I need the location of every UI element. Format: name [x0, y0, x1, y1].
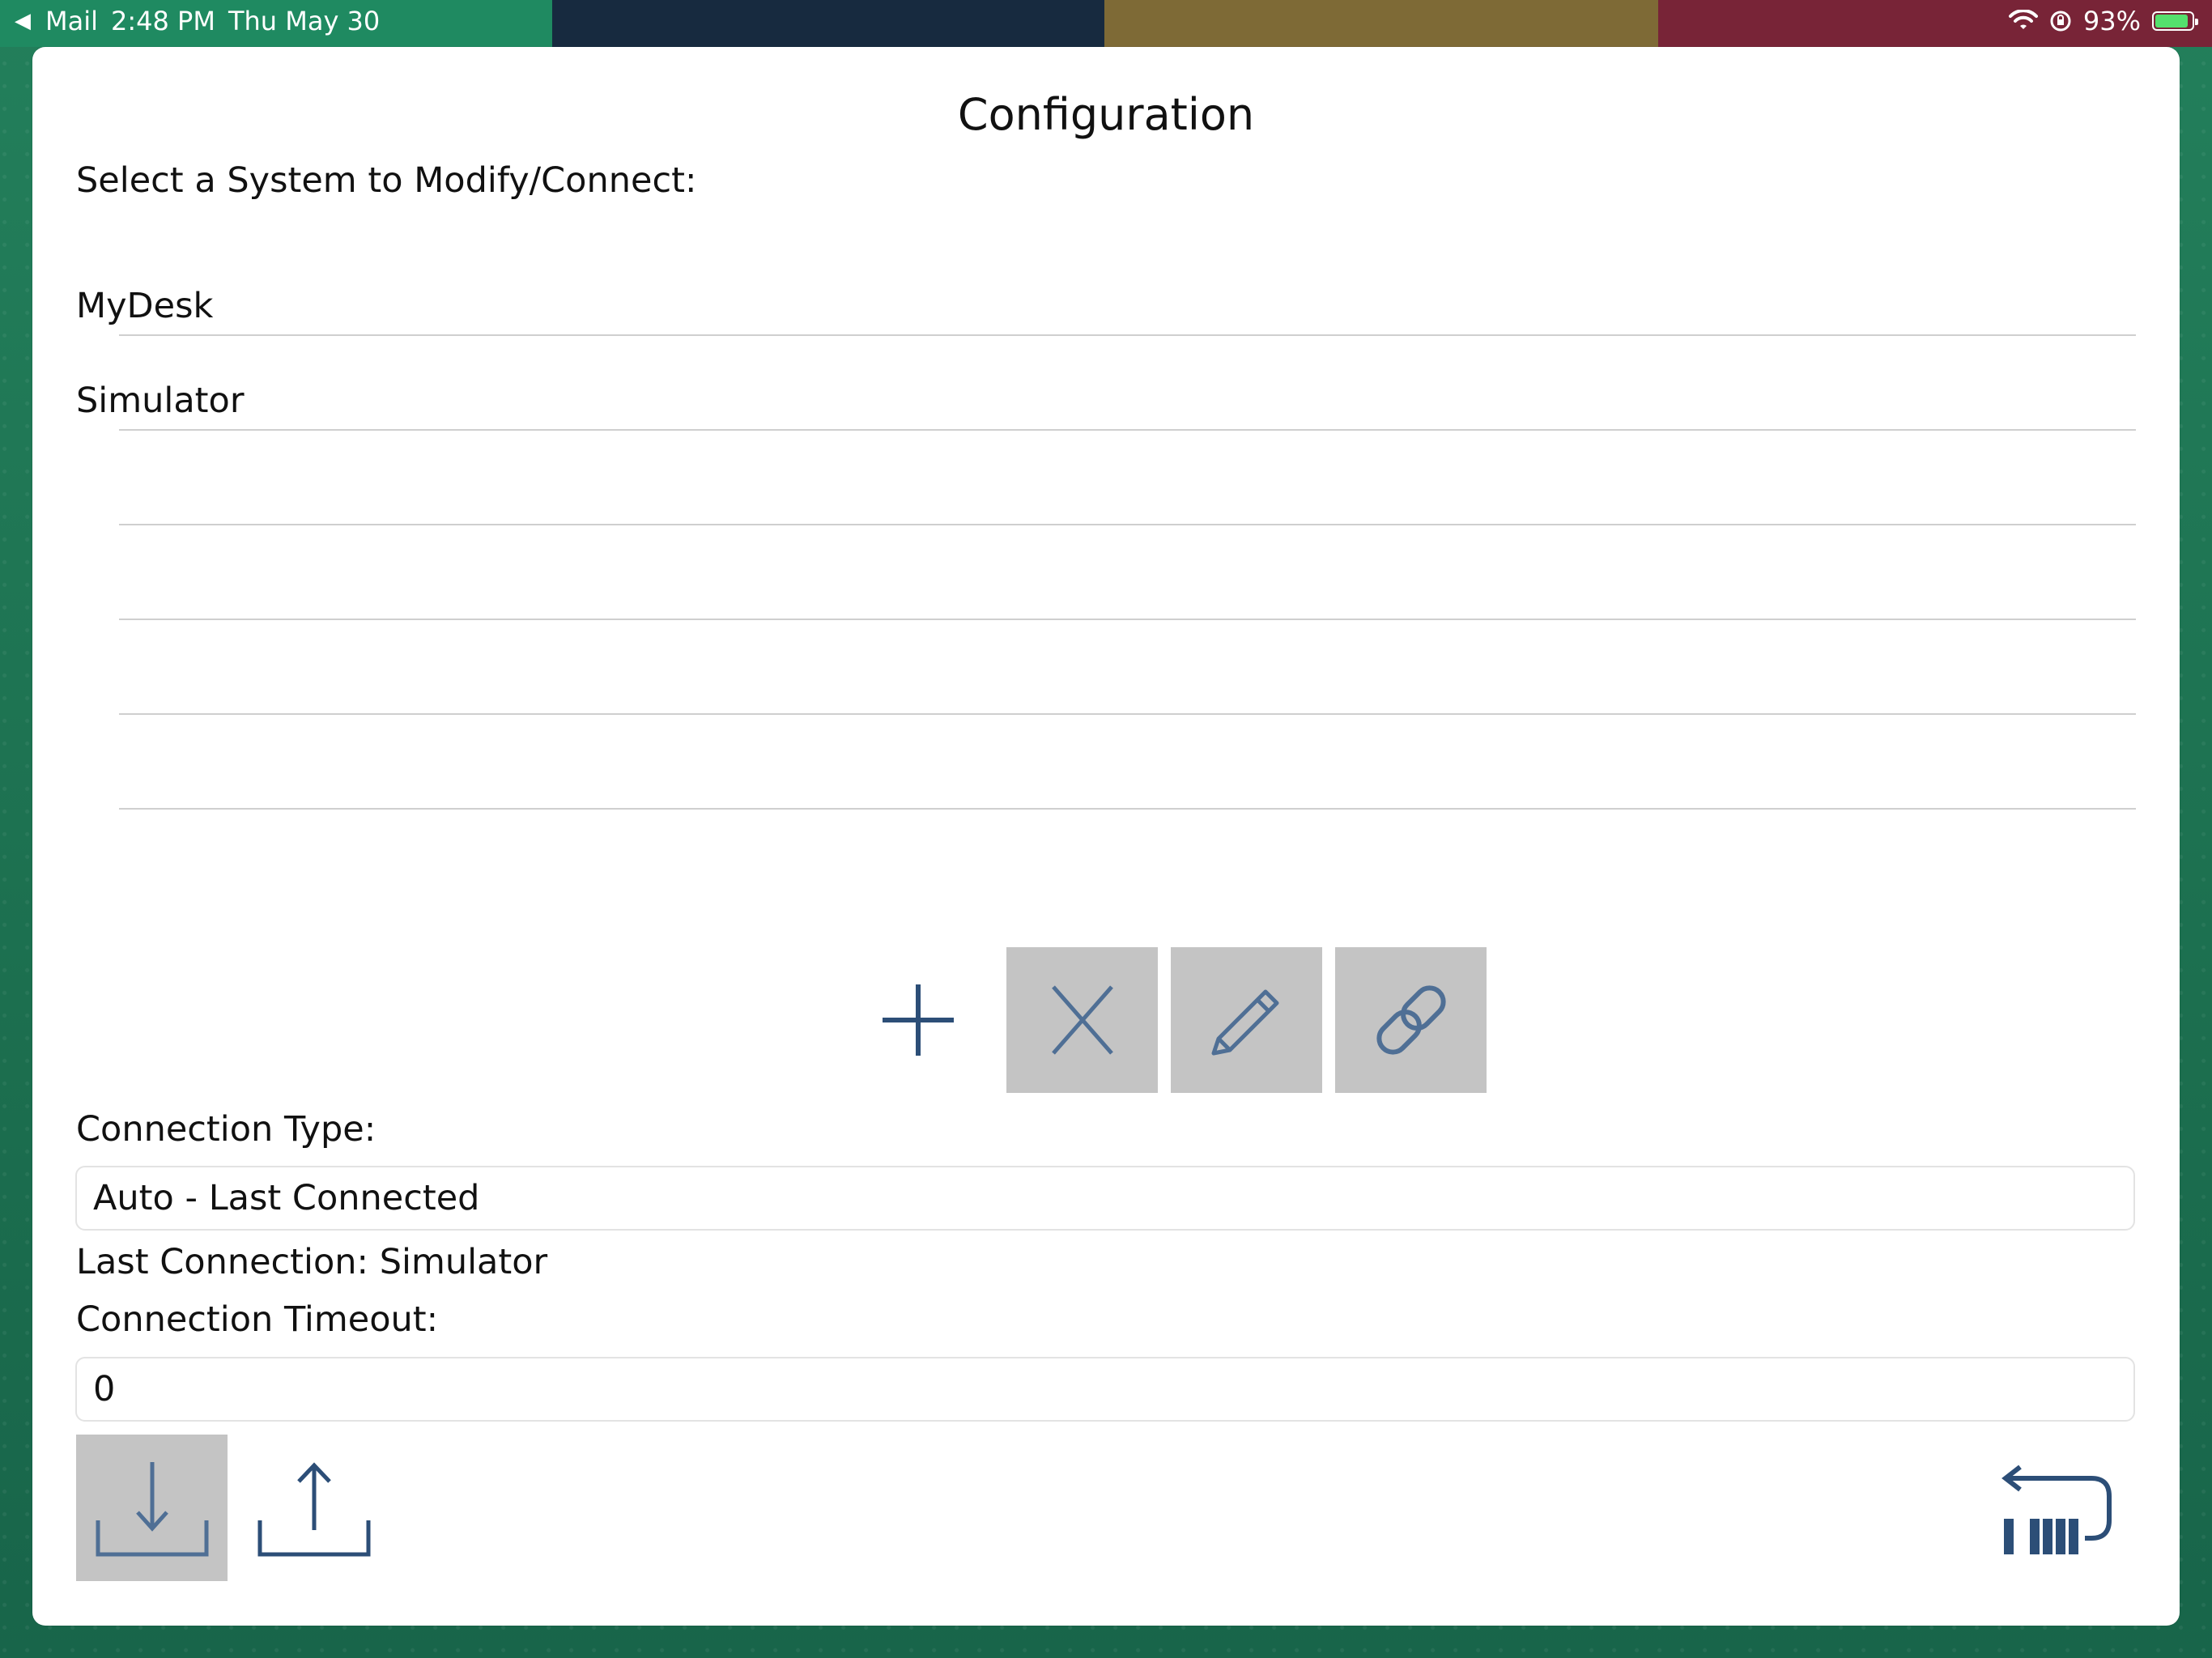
delete-system-button[interactable] — [1006, 947, 1158, 1093]
download-icon — [96, 1461, 208, 1556]
configuration-modal: Configuration Select a System to Modify/… — [32, 47, 2180, 1626]
list-item-label: Simulator — [76, 380, 245, 421]
status-bar: ◀ Mail 2:48 PM Thu May 30 93% — [0, 0, 2212, 42]
plus-icon — [882, 984, 954, 1056]
status-left: ◀ Mail 2:48 PM Thu May 30 — [15, 0, 380, 42]
list-item[interactable] — [32, 620, 2180, 715]
connect-system-button[interactable] — [1335, 947, 1487, 1093]
back-app-label[interactable]: Mail — [45, 0, 98, 42]
system-select-prompt: Select a System to Modify/Connect: — [76, 160, 697, 201]
back-arrow-icon[interactable]: ◀ — [15, 0, 31, 42]
status-time: 2:48 PM — [111, 6, 215, 36]
upload-icon — [257, 1461, 371, 1556]
connection-type-label: Connection Type: — [76, 1109, 376, 1150]
list-item[interactable]: MyDesk — [32, 241, 2180, 336]
list-item[interactable]: Simulator — [32, 336, 2180, 431]
list-item[interactable] — [32, 715, 2180, 810]
status-right: 93% — [2008, 0, 2198, 42]
system-actions — [842, 947, 1487, 1093]
wifi-icon — [2008, 10, 2038, 29]
return-button[interactable] — [1992, 1448, 2121, 1577]
battery-level — [2155, 15, 2189, 28]
page-title: Configuration — [957, 89, 1255, 140]
edit-system-button[interactable] — [1171, 947, 1322, 1093]
return-icon — [2001, 1465, 2112, 1554]
import-button[interactable] — [76, 1435, 228, 1581]
row-separator — [119, 808, 2136, 810]
connection-timeout-label: Connection Timeout: — [76, 1299, 439, 1340]
battery-icon — [2152, 11, 2198, 31]
connection-timeout-input[interactable]: 0 — [75, 1357, 2135, 1422]
system-list: MyDesk Simulator — [32, 241, 2180, 810]
pencil-icon — [1211, 989, 1278, 1056]
list-item[interactable] — [32, 525, 2180, 620]
export-button[interactable] — [249, 1435, 379, 1581]
connection-type-select[interactable]: Auto - Last Connected — [75, 1166, 2135, 1231]
link-icon — [1376, 985, 1446, 1055]
status-date: Thu May 30 — [228, 6, 381, 36]
last-connection-text: Last Connection: Simulator — [76, 1242, 548, 1282]
close-icon — [1051, 985, 1113, 1055]
add-system-button[interactable] — [842, 947, 993, 1093]
list-item[interactable] — [32, 431, 2180, 525]
list-item-label: MyDesk — [76, 286, 214, 326]
battery-percent: 93% — [2082, 6, 2141, 36]
orientation-lock-icon — [2050, 11, 2071, 32]
